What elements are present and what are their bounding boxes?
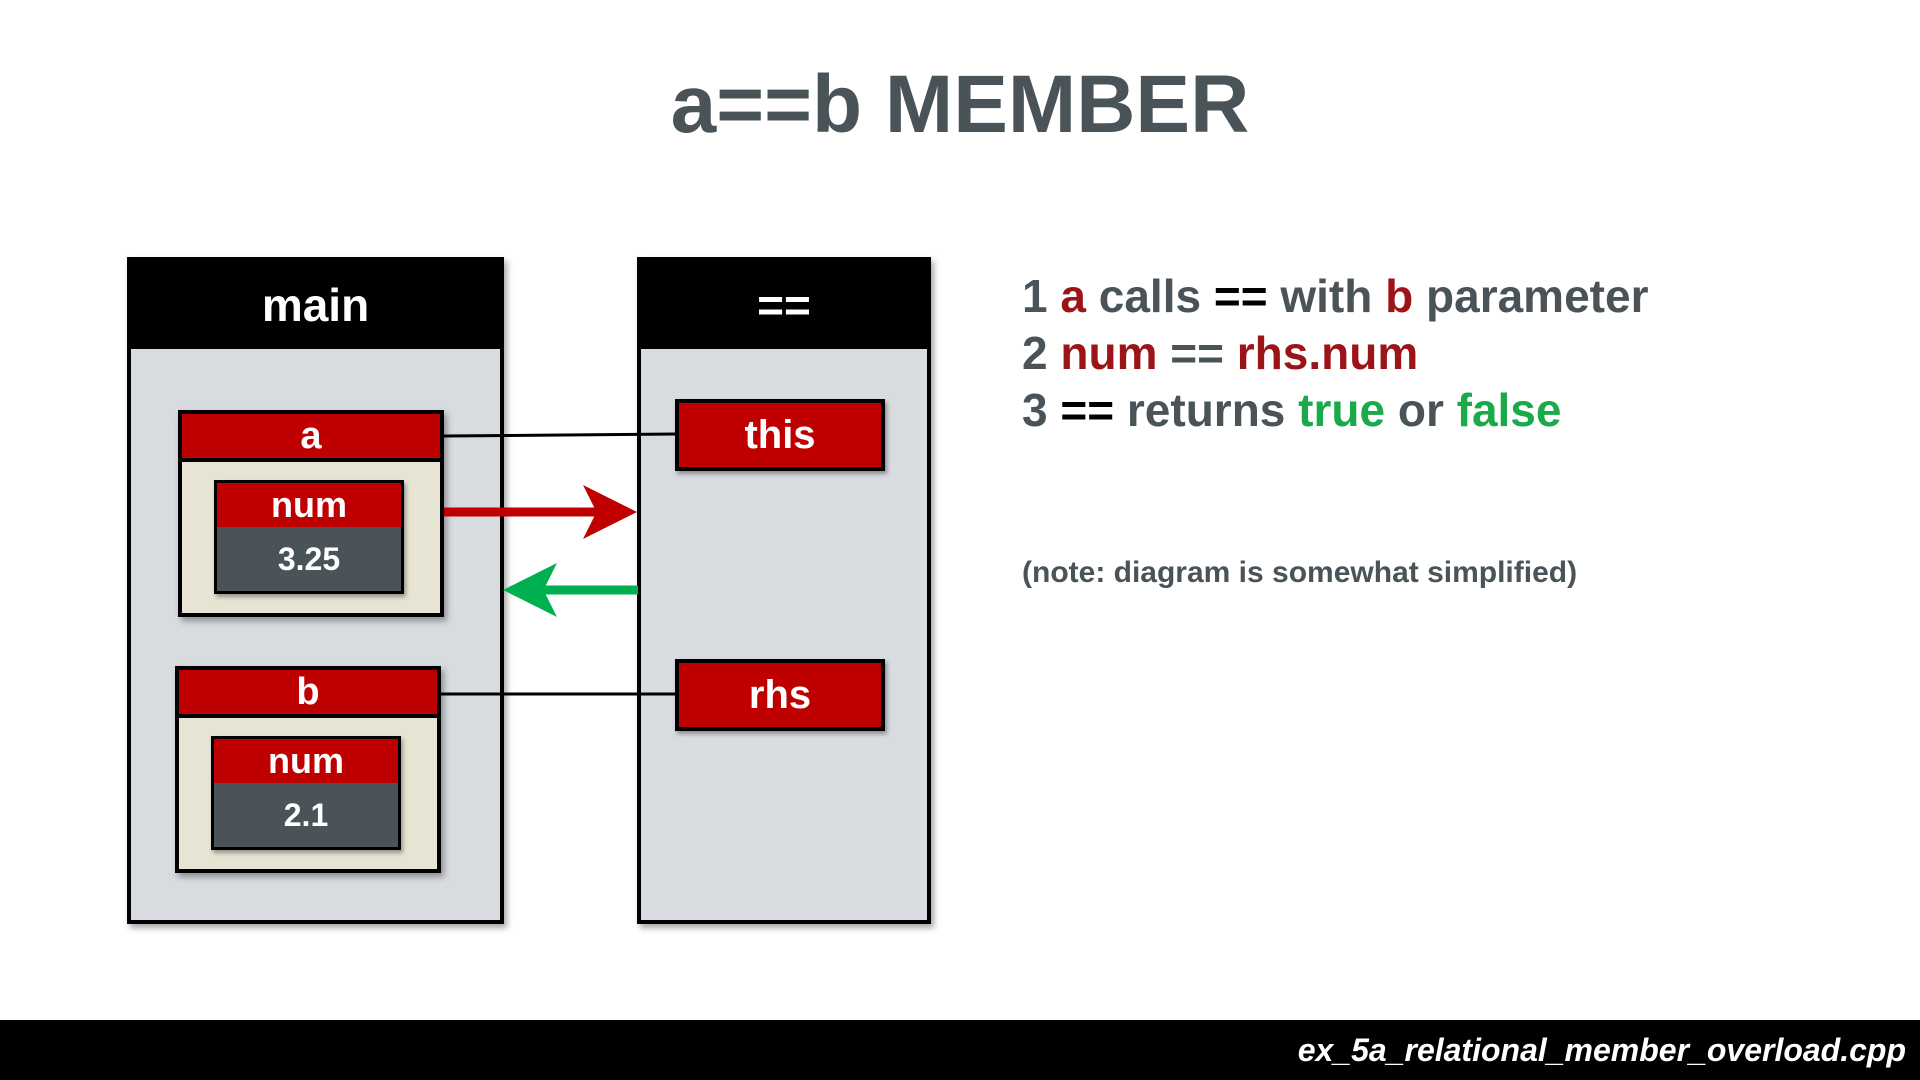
step-2: 2 num == rhs.num [1022,327,1419,379]
step-3-false: false [1456,384,1562,436]
step-2-rhs: rhs.num [1236,327,1419,379]
step-3-operator: == [1060,384,1115,436]
connector-layer [441,432,678,696]
step-3: 3 == returns true or false [1022,384,1562,436]
a-to-this-link [443,432,678,438]
steps-list: 1 a calls == with b parameter 2 num == r… [1022,268,1648,439]
step-1: 1 a calls == with b parameter [1022,270,1649,322]
simplification-note: (note: diagram is somewhat simplified) [1022,556,1578,589]
step-2-num: num [1060,327,1158,379]
step-1-operator: == [1213,270,1268,322]
footer-bar: ex_5a_relational_member_overload.cpp [0,1020,1920,1080]
source-filename: ex_5a_relational_member_overload.cpp [1297,1032,1906,1068]
step-1-b: b [1385,270,1414,322]
step-3-true: true [1298,384,1386,436]
step-1-a: a [1060,270,1086,322]
